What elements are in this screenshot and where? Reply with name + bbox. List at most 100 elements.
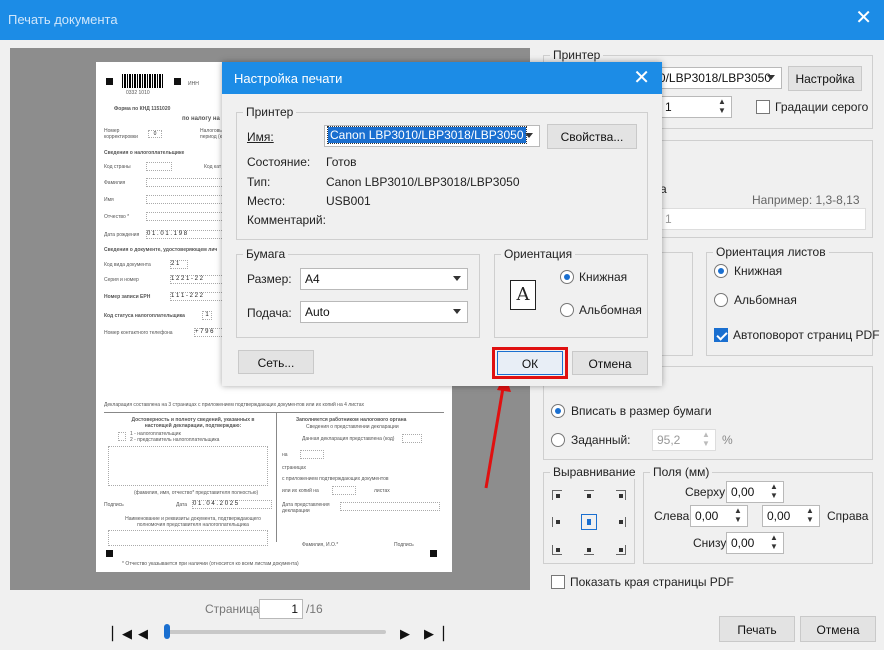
corner-marker bbox=[106, 550, 113, 557]
orient-portrait-radio[interactable] bbox=[714, 264, 728, 278]
page-label: Страница: bbox=[205, 602, 263, 616]
margin-bottom-input[interactable]: 0,00 ▲ ▼ bbox=[726, 532, 784, 554]
spin-down-icon[interactable]: ▼ bbox=[716, 107, 728, 115]
close-icon[interactable]: ✕ bbox=[633, 68, 650, 88]
align-bottom-center-icon[interactable] bbox=[584, 545, 594, 555]
margin-bottom-value: 0,00 bbox=[731, 536, 755, 550]
spin-up-icon[interactable]: ▲ bbox=[768, 534, 780, 542]
paper-size-select[interactable]: A4 bbox=[300, 268, 468, 290]
doc-birth-date: Дата рождения bbox=[104, 232, 140, 238]
doc-tax-header: по налогу на bbox=[182, 116, 220, 122]
doc-inn-label: ИНН bbox=[188, 81, 199, 87]
autorotate-checkbox[interactable] bbox=[714, 328, 728, 342]
spin-up-icon[interactable]: ▲ bbox=[732, 507, 744, 515]
spin-up-icon[interactable]: ▲ bbox=[804, 507, 816, 515]
doc-footnote: * Отчество указывается при наличии (отно… bbox=[122, 561, 299, 567]
print-button[interactable]: Печать bbox=[719, 616, 795, 642]
spin-up-icon[interactable]: ▲ bbox=[716, 98, 728, 106]
copies-input[interactable]: 1 ▲ ▼ bbox=[660, 96, 732, 118]
align-bottom-left-icon[interactable] bbox=[552, 545, 562, 555]
printer-name-select[interactable]: Canon LBP3010/LBP3018/LBP3050 bbox=[324, 125, 540, 147]
location-value: USB001 bbox=[326, 194, 371, 208]
copies-value: 1 bbox=[665, 100, 672, 114]
doc-tax-officer: Заполняется работником налогового органа bbox=[296, 417, 407, 423]
custom-scale-radio[interactable] bbox=[551, 433, 565, 447]
doc-box bbox=[118, 432, 126, 441]
properties-button[interactable]: Свойства... bbox=[547, 124, 637, 149]
doc-taxpayer-info: Сведения о налогоплательщике bbox=[104, 150, 185, 156]
custom-scale-label: Заданный: bbox=[571, 433, 631, 447]
doc-sheets: листах bbox=[374, 488, 390, 494]
spin-up-icon[interactable]: ▲ bbox=[768, 483, 780, 491]
grayscale-checkbox[interactable] bbox=[756, 100, 770, 114]
doc-series-number: Серия и номер bbox=[104, 277, 139, 283]
spin-down-icon[interactable]: ▼ bbox=[732, 516, 744, 524]
prev-page-icon[interactable]: ◀ bbox=[138, 626, 148, 642]
doc-reliability: Достоверность и полноту сведений, указан… bbox=[131, 417, 255, 429]
doc-box bbox=[340, 502, 440, 511]
dialog-cancel-button[interactable]: Отмена bbox=[572, 351, 648, 375]
first-page-icon[interactable]: ▏◀ bbox=[112, 626, 132, 642]
align-center-icon[interactable] bbox=[581, 514, 597, 530]
doc-with-docs: с приложением подтверждающих документов bbox=[282, 476, 389, 482]
barcode-digits: 0332 1010 bbox=[126, 90, 150, 96]
close-icon[interactable]: ✕ bbox=[855, 8, 872, 28]
landscape-radio[interactable] bbox=[560, 303, 574, 317]
align-middle-left-icon[interactable] bbox=[552, 517, 562, 527]
doc-on: на bbox=[282, 452, 288, 458]
network-button[interactable]: Сеть... bbox=[238, 350, 314, 374]
custom-scale-input[interactable]: 95,2 ▲ ▼ bbox=[652, 429, 716, 451]
paper-source-select[interactable]: Auto bbox=[300, 301, 468, 323]
printer-group-label: Принтер bbox=[550, 48, 604, 62]
margin-left-input[interactable]: 0,00 ▲ ▼ bbox=[690, 505, 748, 527]
settings-button[interactable]: Настройка bbox=[788, 66, 862, 91]
doc-status-code: Код статуса налогоплательщика bbox=[104, 313, 185, 319]
align-top-left-icon[interactable] bbox=[552, 490, 562, 500]
align-bottom-right-icon[interactable] bbox=[616, 545, 626, 555]
doc-status-value: 1 bbox=[202, 311, 212, 320]
ok-button[interactable]: ОК bbox=[497, 351, 563, 375]
printer-select[interactable]: Canon LBP3010/LBP3018/LBP3050 bbox=[578, 67, 782, 89]
margin-top-input[interactable]: 0,00 ▲ ▼ bbox=[726, 481, 784, 503]
doc-box bbox=[300, 450, 324, 459]
doc-box bbox=[146, 162, 172, 171]
doc-birth-value: 0 1 . 0 1 . 1 9 8 bbox=[146, 230, 224, 239]
align-top-right-icon[interactable] bbox=[616, 490, 626, 500]
spin-down-icon[interactable]: ▼ bbox=[768, 492, 780, 500]
next-page-icon[interactable]: ▶ bbox=[400, 626, 410, 642]
window-titlebar: Печать документа ✕ bbox=[0, 0, 884, 40]
margin-top-value: 0,00 bbox=[731, 485, 755, 499]
comment-label: Комментарий: bbox=[247, 213, 326, 227]
cancel-button[interactable]: Отмена bbox=[800, 616, 876, 642]
doc-country-code: Код страны bbox=[104, 164, 131, 170]
doc-fio: Фамилия, И.О.* bbox=[302, 542, 339, 548]
last-page-icon[interactable]: ▶▕ bbox=[424, 626, 444, 642]
pages-input[interactable]: 1 bbox=[660, 208, 866, 230]
doc-erp-value: 1 1 1 - 2 2 2 bbox=[170, 292, 226, 301]
type-label: Тип: bbox=[247, 175, 271, 189]
doc-series-value: 1 2 2 1 - 2 2 bbox=[170, 275, 226, 284]
portrait-radio[interactable] bbox=[560, 270, 574, 284]
orient-landscape-radio[interactable] bbox=[714, 293, 728, 307]
status-label: Состояние: bbox=[247, 155, 311, 169]
spin-up-icon[interactable]: ▲ bbox=[700, 431, 712, 439]
doc-option2: 2 - представитель налогоплательщика bbox=[130, 437, 220, 443]
doc-patronymic: Отчество * bbox=[104, 214, 130, 220]
margin-right-input[interactable]: 0,00 ▲ ▼ bbox=[762, 505, 820, 527]
doc-name: Имя bbox=[104, 197, 114, 203]
page-slider[interactable] bbox=[166, 630, 386, 634]
orientation-group-label: Ориентация листов bbox=[713, 245, 829, 259]
doc-declaration-line: Декларация составлена на 3 страницах с п… bbox=[104, 402, 365, 408]
doc-corr-value: 0 bbox=[148, 130, 162, 138]
spin-down-icon[interactable]: ▼ bbox=[700, 440, 712, 448]
barcode-icon bbox=[122, 74, 164, 88]
fit-paper-radio[interactable] bbox=[551, 404, 565, 418]
align-top-center-icon[interactable] bbox=[584, 490, 594, 500]
custom-scale-unit: % bbox=[722, 433, 733, 447]
show-edges-checkbox[interactable] bbox=[551, 575, 565, 589]
align-middle-right-icon[interactable] bbox=[616, 517, 626, 527]
spin-down-icon[interactable]: ▼ bbox=[804, 516, 816, 524]
page-input[interactable]: 1 bbox=[259, 599, 303, 619]
spin-down-icon[interactable]: ▼ bbox=[768, 543, 780, 551]
page-slider-thumb[interactable] bbox=[164, 624, 170, 639]
